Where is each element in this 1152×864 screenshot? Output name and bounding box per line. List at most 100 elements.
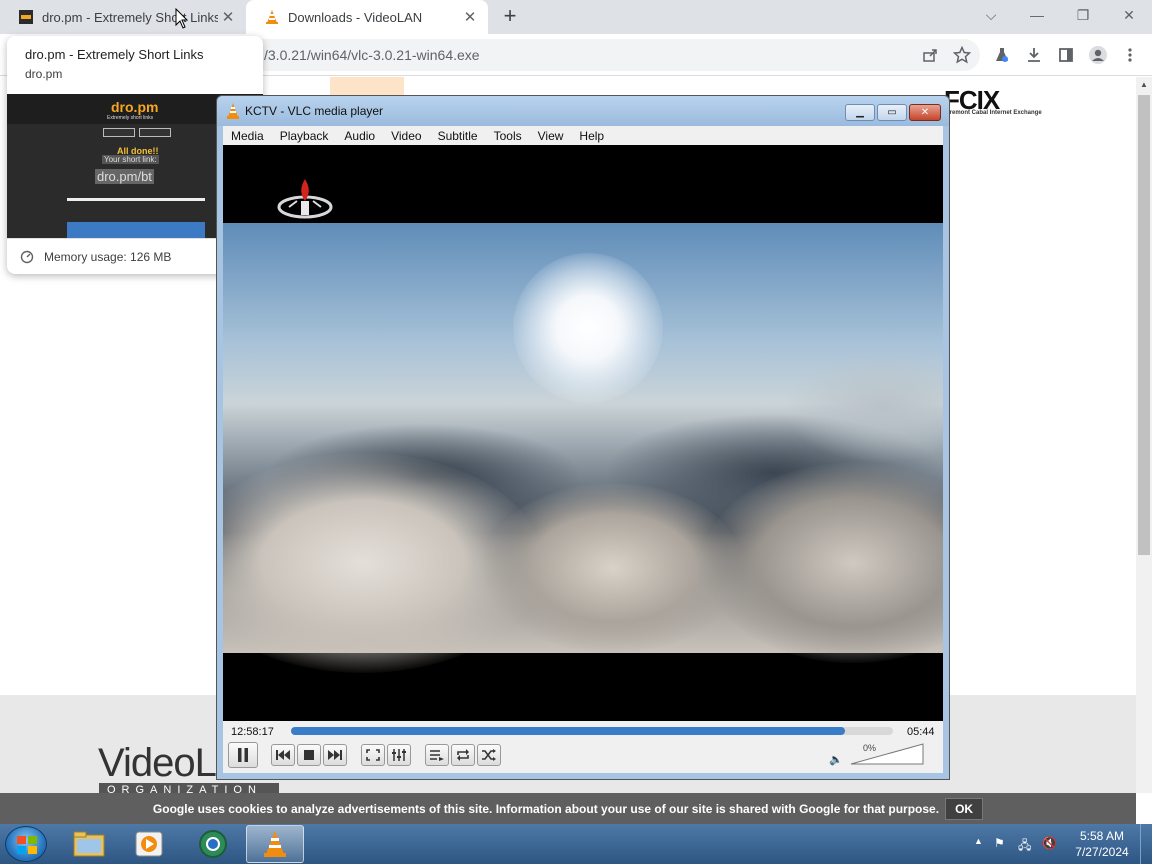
tab-videolan[interactable]: Downloads - VideoLAN ✕ xyxy=(246,0,488,34)
volume-muted-icon[interactable]: 🔇 xyxy=(1042,836,1057,850)
taskbar-explorer[interactable] xyxy=(60,825,118,863)
media-player-icon xyxy=(135,831,163,857)
vlc-window-title: KCTV - VLC media player xyxy=(245,104,384,118)
show-desktop-button[interactable] xyxy=(1140,824,1152,864)
total-time[interactable]: 05:44 xyxy=(907,726,935,738)
videolan-logo[interactable]: VideoL xyxy=(98,741,217,786)
restore-button[interactable]: ❐ xyxy=(1060,0,1106,30)
pause-icon xyxy=(238,748,248,762)
elapsed-time: 12:58:17 xyxy=(231,726,274,738)
scroll-thumb[interactable] xyxy=(1138,95,1150,555)
page-header-accent xyxy=(330,77,404,95)
thumbnail-short-link: dro.pm/bt xyxy=(95,169,154,184)
page-scrollbar[interactable]: ▲ xyxy=(1136,77,1152,793)
mouse-cursor-icon xyxy=(175,8,189,29)
extension-flask-icon[interactable] xyxy=(990,43,1014,67)
cookie-banner: Google uses cookies to analyze advertise… xyxy=(0,793,1136,824)
taskbar-chrome[interactable] xyxy=(184,825,242,863)
browser-menu-icon[interactable] xyxy=(1118,43,1142,67)
vlc-close-button[interactable]: ✕ xyxy=(909,104,941,121)
tab-dro-pm[interactable]: dro.pm - Extremely Short Links ✕ xyxy=(0,0,246,34)
thumbnail-your-link: Your short link: xyxy=(102,155,159,164)
fcix-tagline: Fremont Cabal Internet Exchange xyxy=(946,110,1042,116)
menu-playback[interactable]: Playback xyxy=(272,129,337,143)
vlc-title-bar[interactable]: KCTV - VLC media player ▁ ▭ ✕ xyxy=(217,96,949,126)
tab-close-icon[interactable]: ✕ xyxy=(218,8,238,26)
new-tab-button[interactable]: + xyxy=(498,5,522,29)
vlc-minimize-button[interactable]: ▁ xyxy=(845,104,875,121)
shuffle-icon xyxy=(482,749,496,761)
scroll-up-icon[interactable]: ▲ xyxy=(1136,77,1152,93)
stop-button[interactable] xyxy=(297,744,321,766)
system-clock[interactable]: 5:58 AM 7/27/2024 xyxy=(1070,828,1134,860)
bookmark-star-icon[interactable] xyxy=(950,43,974,67)
tab-strip: dro.pm - Extremely Short Links ✕ Downloa… xyxy=(0,0,1152,34)
thumbnail-button xyxy=(103,128,135,137)
next-button[interactable] xyxy=(323,744,347,766)
seek-bar[interactable] xyxy=(291,727,893,735)
clock-date: 7/27/2024 xyxy=(1075,845,1129,859)
minimize-button[interactable]: — xyxy=(1014,0,1060,30)
tab-title: Downloads - VideoLAN xyxy=(288,9,423,25)
mute-speaker-icon[interactable]: 🔈 xyxy=(829,753,843,766)
vlc-cone-icon xyxy=(227,103,239,119)
menu-tools[interactable]: Tools xyxy=(486,129,530,143)
hover-card-domain: dro.pm xyxy=(25,67,63,81)
tab-search-icon[interactable]: ⌵ xyxy=(968,0,1014,30)
stop-icon xyxy=(304,750,314,760)
profile-avatar-icon[interactable] xyxy=(1086,43,1110,67)
extended-settings-button[interactable] xyxy=(387,744,411,766)
playlist-icon xyxy=(430,750,444,761)
menu-audio[interactable]: Audio xyxy=(336,129,383,143)
vlc-cone-icon xyxy=(264,831,286,857)
videolan-organization-label: ORGANIZATION xyxy=(99,783,279,793)
vlc-maximize-button[interactable]: ▭ xyxy=(877,104,907,121)
seek-bar-progress xyxy=(291,727,845,735)
taskbar-vlc[interactable] xyxy=(246,825,304,863)
loop-button[interactable] xyxy=(451,744,475,766)
start-button[interactable] xyxy=(5,826,47,862)
network-icon[interactable]: 🖧 xyxy=(1018,836,1031,857)
menu-help[interactable]: Help xyxy=(571,129,612,143)
volume-slider[interactable] xyxy=(849,742,925,766)
vlc-cone-icon xyxy=(266,10,278,24)
vlc-controls: 12:58:17 05:44 🔈 0% xyxy=(223,721,943,773)
playlist-button[interactable] xyxy=(425,744,449,766)
folder-icon xyxy=(73,831,105,857)
download-icon[interactable] xyxy=(1022,43,1046,67)
menu-media[interactable]: Media xyxy=(223,129,272,143)
channel-logo xyxy=(277,179,333,219)
hover-card-title: dro.pm - Extremely Short Links xyxy=(25,47,204,62)
video-frame[interactable] xyxy=(223,145,943,721)
share-icon[interactable] xyxy=(918,43,942,67)
vlc-window: KCTV - VLC media player ▁ ▭ ✕ Media Play… xyxy=(216,95,950,780)
thumbnail-blue-panel xyxy=(67,222,205,238)
sun-glow xyxy=(513,253,663,403)
windows-logo-icon xyxy=(17,836,37,854)
menu-video[interactable]: Video xyxy=(383,129,429,143)
pause-button[interactable] xyxy=(228,742,258,768)
loop-icon xyxy=(457,749,469,761)
menu-view[interactable]: View xyxy=(530,129,572,143)
sky-scene xyxy=(223,223,943,673)
cookie-message: Google uses cookies to analyze advertise… xyxy=(152,801,940,816)
tray-expand-icon[interactable]: ▲ xyxy=(974,836,983,846)
tab-close-icon[interactable]: ✕ xyxy=(460,8,480,26)
side-panel-icon[interactable] xyxy=(1054,43,1078,67)
close-window-button[interactable]: ✕ xyxy=(1106,0,1152,30)
equalizer-icon xyxy=(392,749,406,761)
url-text: /3.0.21/win64/vlc-3.0.21-win64.exe xyxy=(264,47,480,63)
clock-time: 5:58 AM xyxy=(1079,829,1125,843)
shuffle-button[interactable] xyxy=(477,744,501,766)
fullscreen-button[interactable] xyxy=(361,744,385,766)
previous-button[interactable] xyxy=(271,744,295,766)
browser-globe-icon xyxy=(199,830,227,858)
cookie-ok-button[interactable]: OK xyxy=(945,797,984,820)
vlc-menu-bar: Media Playback Audio Video Subtitle Tool… xyxy=(223,126,943,145)
action-center-flag-icon[interactable]: ⚑ xyxy=(994,836,1005,850)
thumbnail-button xyxy=(139,128,171,137)
menu-subtitle[interactable]: Subtitle xyxy=(430,129,486,143)
fullscreen-icon xyxy=(366,749,380,761)
taskbar-media-player[interactable] xyxy=(120,825,178,863)
tab-title: dro.pm - Extremely Short Links xyxy=(42,9,218,25)
